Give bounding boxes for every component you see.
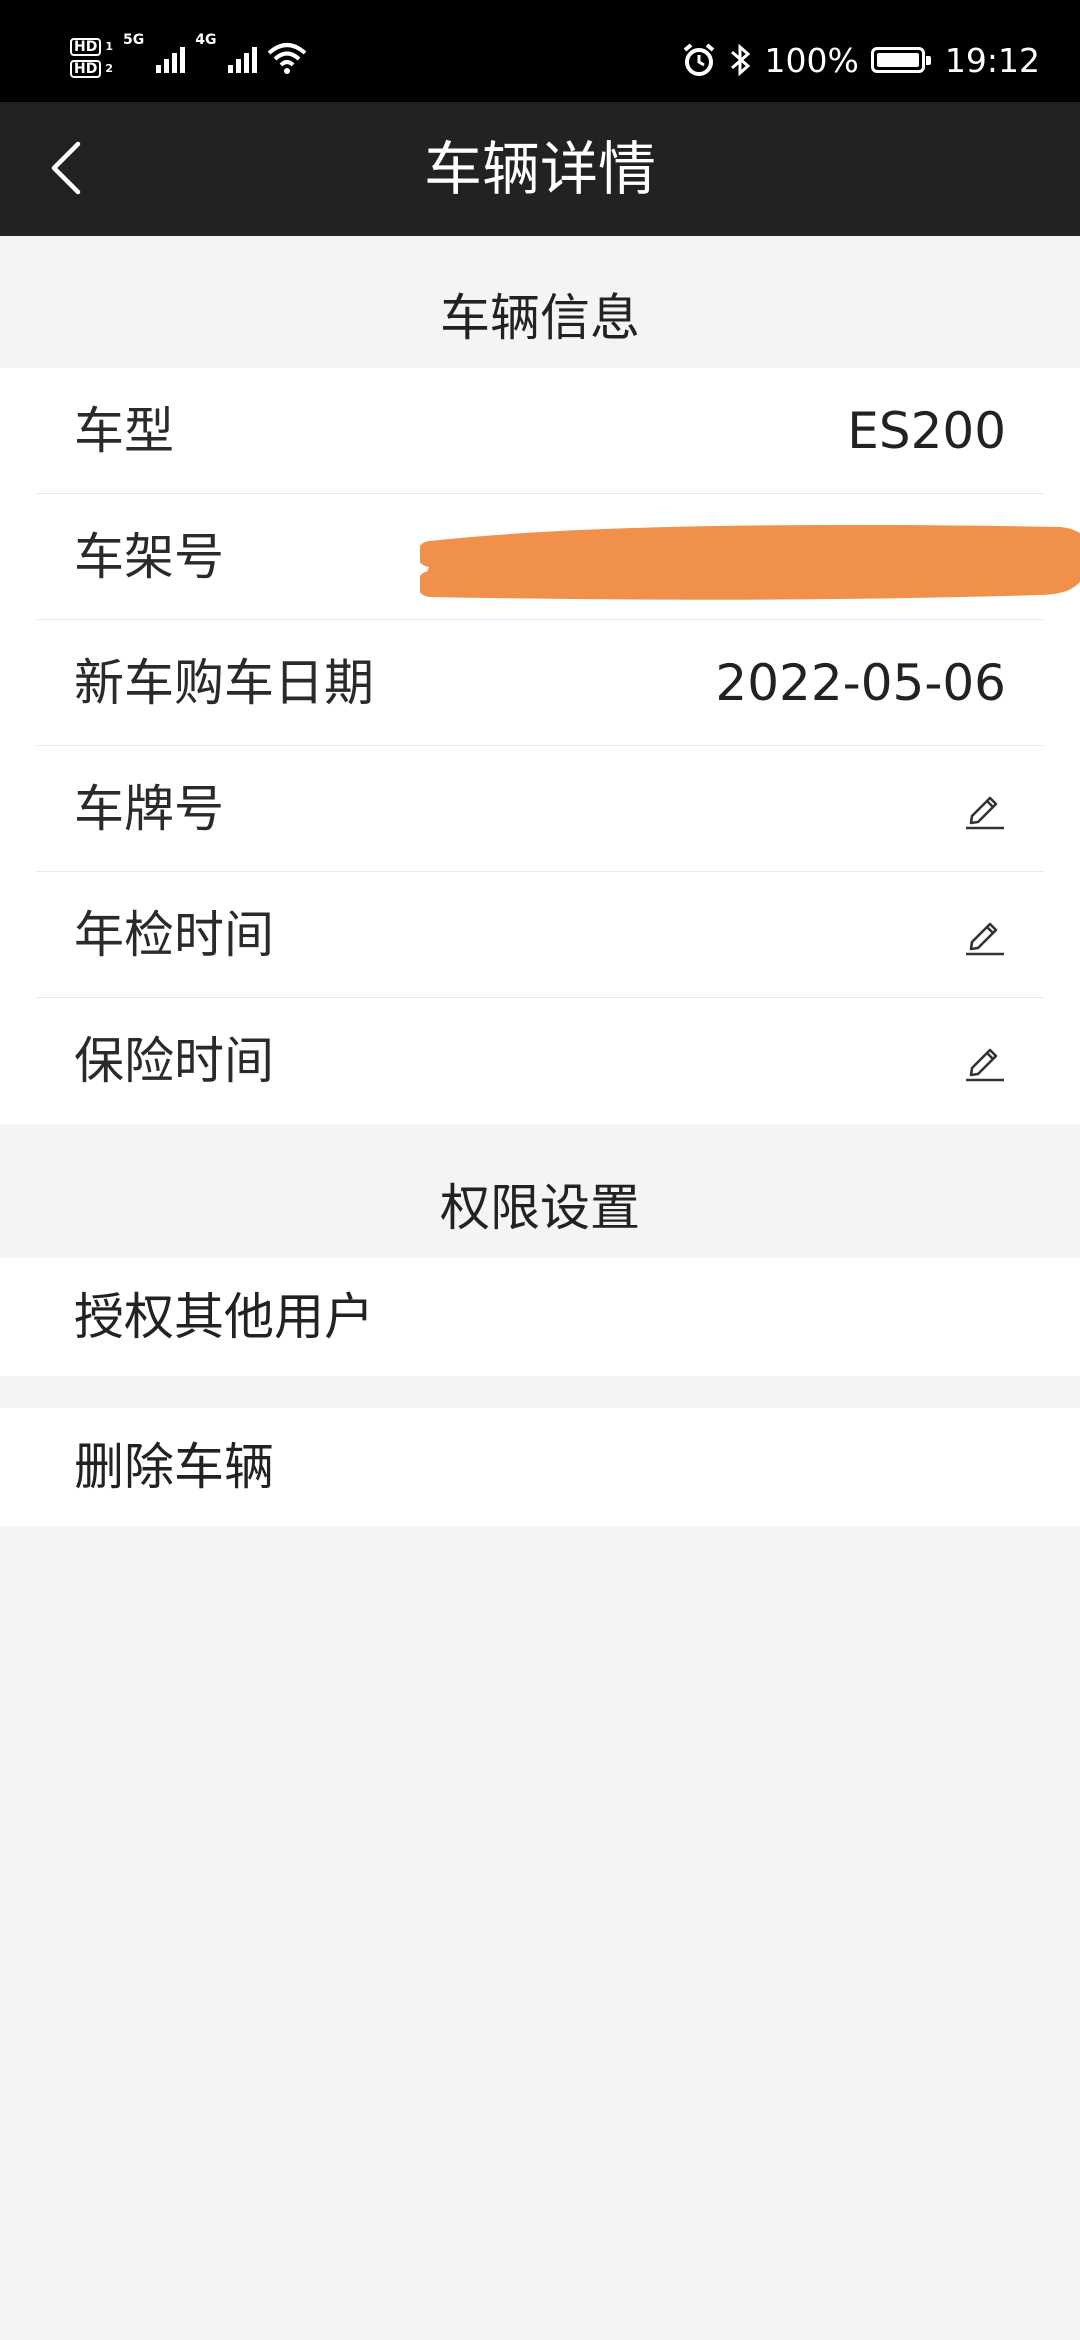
row-inspection-date[interactable]: 年检时间 xyxy=(0,872,1080,998)
battery-percent: 100% xyxy=(764,40,859,80)
network-5g-label: 5G xyxy=(123,32,145,48)
edit-icon[interactable] xyxy=(962,912,1006,956)
signal-icon xyxy=(156,43,186,73)
redaction-scribble xyxy=(420,524,1080,600)
page-title: 车辆详情 xyxy=(423,135,656,203)
bluetooth-icon xyxy=(730,43,750,77)
row-value: ES200 xyxy=(847,402,1006,460)
wifi-icon xyxy=(268,43,307,74)
row-value: 2022-05-06 xyxy=(715,654,1006,712)
row-purchase-date: 新车购车日期 2022-05-06 xyxy=(0,620,1080,746)
authorize-users-label: 授权其他用户 xyxy=(74,1288,374,1346)
status-right: 100% 19:12 xyxy=(681,30,1040,90)
row-label: 车牌号 xyxy=(74,780,224,838)
section-header-vehicle-info: 车辆信息 xyxy=(0,268,1080,368)
status-left: HD 1 HD 2 5G 4G xyxy=(70,28,307,88)
delete-vehicle-item[interactable]: 删除车辆 xyxy=(0,1408,1080,1526)
hd-badge-2: HD 2 xyxy=(70,60,113,78)
row-plate-number[interactable]: 车牌号 xyxy=(0,746,1080,872)
network-4g-label: 4G xyxy=(195,32,217,48)
clock: 19:12 xyxy=(944,40,1040,80)
status-bar: HD 1 HD 2 5G 4G 100% 19:12 xyxy=(0,0,1080,102)
row-model: 车型 ES200 xyxy=(0,368,1080,494)
row-insurance-date[interactable]: 保险时间 xyxy=(0,998,1080,1124)
authorize-users-item[interactable]: 授权其他用户 xyxy=(0,1258,1080,1376)
row-label: 新车购车日期 xyxy=(74,654,374,712)
row-label: 年检时间 xyxy=(74,906,274,964)
signal-icon xyxy=(228,43,258,73)
vehicle-info-card: 车型 ES200 车架号 新车购车日期 2022-05-06 车牌号 年检时间 xyxy=(0,368,1080,1124)
row-label: 车型 xyxy=(74,402,174,460)
app-bar: 车辆详情 xyxy=(0,102,1080,236)
hd-badge-1: HD 1 xyxy=(70,38,113,56)
delete-vehicle-label: 删除车辆 xyxy=(74,1438,274,1496)
row-label: 车架号 xyxy=(74,528,224,586)
row-vin: 车架号 xyxy=(0,494,1080,620)
battery-icon xyxy=(870,47,931,73)
alarm-icon xyxy=(683,43,714,76)
section-header-permissions: 权限设置 xyxy=(0,1158,1080,1258)
edit-icon[interactable] xyxy=(962,1038,1006,1082)
edit-icon[interactable] xyxy=(962,786,1006,830)
row-label: 保险时间 xyxy=(74,1032,274,1090)
